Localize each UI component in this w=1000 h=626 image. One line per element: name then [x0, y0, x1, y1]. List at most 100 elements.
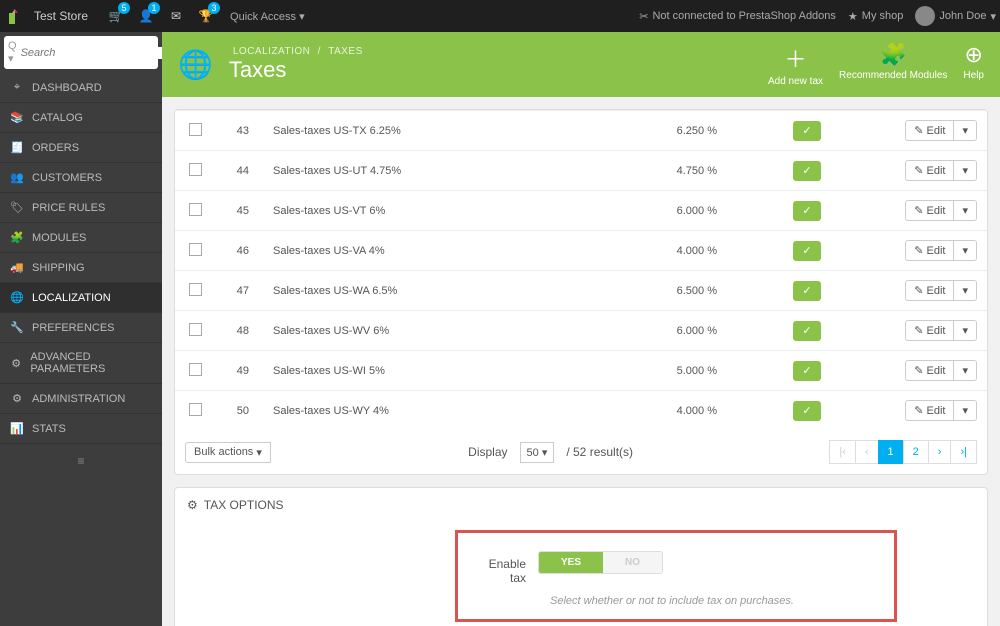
row-rate: 4.750 %: [627, 151, 747, 191]
nav-modules[interactable]: 🧩MODULES: [0, 223, 162, 253]
row-dropdown[interactable]: ▾: [954, 400, 977, 421]
row-dropdown[interactable]: ▾: [954, 120, 977, 141]
edit-button[interactable]: ✎ Edit: [905, 200, 954, 221]
table-row: 48Sales-taxes US-WV 6%6.000 %✓✎ Edit▾: [175, 311, 987, 351]
row-checkbox[interactable]: [189, 283, 202, 296]
enabled-toggle[interactable]: ✓: [793, 401, 821, 421]
edit-button[interactable]: ✎ Edit: [905, 120, 954, 141]
row-id: 48: [215, 311, 265, 351]
tax-table: 43Sales-taxes US-TX 6.25%6.250 %✓✎ Edit▾…: [175, 110, 987, 430]
row-id: 46: [215, 231, 265, 271]
logo[interactable]: [4, 5, 26, 27]
row-name[interactable]: Sales-taxes US-VT 6%: [265, 191, 627, 231]
row-checkbox[interactable]: [189, 363, 202, 376]
nav-preferences[interactable]: 🔧PREFERENCES: [0, 313, 162, 343]
nav-customers[interactable]: 👥CUSTOMERS: [0, 163, 162, 193]
edit-button[interactable]: ✎ Edit: [905, 280, 954, 301]
nav-icon: 🔧: [10, 321, 24, 334]
header-action-recommended-modules[interactable]: 🧩Recommended Modules: [839, 42, 947, 87]
row-rate: 5.000 %: [627, 351, 747, 391]
row-checkbox[interactable]: [189, 323, 202, 336]
page-title: Taxes: [229, 57, 768, 83]
nav-icon: ⚙: [10, 357, 22, 370]
row-checkbox[interactable]: [189, 403, 202, 416]
nav-dashboard[interactable]: ⌖DASHBOARD: [0, 73, 162, 103]
enabled-toggle[interactable]: ✓: [793, 361, 821, 381]
row-name[interactable]: Sales-taxes US-WY 4%: [265, 391, 627, 431]
row-name[interactable]: Sales-taxes US-UT 4.75%: [265, 151, 627, 191]
nav-icon: 🌐: [10, 291, 24, 304]
enable-tax-help: Select whether or not to include tax on …: [550, 595, 874, 607]
page-last[interactable]: ›|: [950, 440, 977, 464]
header-action-add-new-tax[interactable]: ＋Add new tax: [768, 42, 823, 87]
user-menu[interactable]: John Doe ▾: [915, 6, 996, 26]
search-box[interactable]: Q ▾ 🔍: [4, 36, 158, 69]
enabled-toggle[interactable]: ✓: [793, 321, 821, 341]
mail-icon[interactable]: ✉: [162, 2, 190, 30]
bulk-actions-button[interactable]: Bulk actions ▾: [185, 442, 271, 463]
enable-tax-no[interactable]: NO: [603, 552, 662, 573]
search-input[interactable]: [21, 47, 164, 59]
row-dropdown[interactable]: ▾: [954, 280, 977, 301]
my-shop-link[interactable]: ★ My shop: [848, 10, 903, 23]
row-dropdown[interactable]: ▾: [954, 160, 977, 181]
nav-icon: ⚙: [10, 392, 24, 405]
row-checkbox[interactable]: [189, 243, 202, 256]
nav-label: STATS: [32, 423, 66, 435]
row-name[interactable]: Sales-taxes US-TX 6.25%: [265, 111, 627, 151]
row-name[interactable]: Sales-taxes US-WA 6.5%: [265, 271, 627, 311]
quick-access[interactable]: Quick Access ▾: [230, 10, 305, 23]
page-next[interactable]: ›: [928, 440, 952, 464]
edit-button[interactable]: ✎ Edit: [905, 320, 954, 341]
table-row: 50Sales-taxes US-WY 4%4.000 %✓✎ Edit▾: [175, 391, 987, 431]
row-checkbox[interactable]: [189, 163, 202, 176]
nav-shipping[interactable]: 🚚SHIPPING: [0, 253, 162, 283]
enabled-toggle[interactable]: ✓: [793, 161, 821, 181]
display-select[interactable]: 50 ▾: [520, 442, 555, 463]
table-row: 44Sales-taxes US-UT 4.75%4.750 %✓✎ Edit▾: [175, 151, 987, 191]
edit-button[interactable]: ✎ Edit: [905, 160, 954, 181]
nav-catalog[interactable]: 📚CATALOG: [0, 103, 162, 133]
row-dropdown[interactable]: ▾: [954, 200, 977, 221]
row-name[interactable]: Sales-taxes US-VA 4%: [265, 231, 627, 271]
row-dropdown[interactable]: ▾: [954, 240, 977, 261]
addons-link[interactable]: ✂ Not connected to PrestaShop Addons: [639, 10, 836, 23]
enable-tax-switch[interactable]: YES NO: [538, 551, 663, 574]
edit-button[interactable]: ✎ Edit: [905, 360, 954, 381]
edit-button[interactable]: ✎ Edit: [905, 400, 954, 421]
page-prev[interactable]: ‹: [855, 440, 879, 464]
nav-label: ADVANCED PARAMETERS: [30, 351, 152, 375]
nav-price-rules[interactable]: 🏷PRICE RULES: [0, 193, 162, 223]
globe-icon: 🌐: [178, 48, 213, 81]
row-name[interactable]: Sales-taxes US-WV 6%: [265, 311, 627, 351]
enabled-toggle[interactable]: ✓: [793, 201, 821, 221]
row-dropdown[interactable]: ▾: [954, 360, 977, 381]
enabled-toggle[interactable]: ✓: [793, 281, 821, 301]
trophy-icon[interactable]: 🏆3: [192, 2, 220, 30]
header-action-help[interactable]: ⊕Help: [963, 42, 984, 87]
nav-icon: 🧾: [10, 141, 24, 154]
nav-orders[interactable]: 🧾ORDERS: [0, 133, 162, 163]
user-icon[interactable]: 👤1: [132, 2, 160, 30]
nav-localization[interactable]: 🌐LOCALIZATION: [0, 283, 162, 313]
enabled-toggle[interactable]: ✓: [793, 121, 821, 141]
nav-advanced-parameters[interactable]: ⚙ ADVANCED PARAMETERS: [0, 343, 162, 384]
edit-button[interactable]: ✎ Edit: [905, 240, 954, 261]
row-id: 47: [215, 271, 265, 311]
sidebar-collapse[interactable]: ≡: [0, 444, 162, 478]
row-name[interactable]: Sales-taxes US-WI 5%: [265, 351, 627, 391]
page-first[interactable]: |‹: [829, 440, 856, 464]
tax-options-heading: ⚙ TAX OPTIONS: [175, 488, 987, 522]
enabled-toggle[interactable]: ✓: [793, 241, 821, 261]
page-1[interactable]: 1: [878, 440, 904, 464]
action-icon: ＋: [768, 42, 823, 74]
enable-tax-yes[interactable]: YES: [539, 552, 603, 573]
row-checkbox[interactable]: [189, 123, 202, 136]
table-row: 49Sales-taxes US-WI 5%5.000 %✓✎ Edit▾: [175, 351, 987, 391]
cart-icon[interactable]: 🛒5: [102, 2, 130, 30]
nav-stats[interactable]: 📊STATS: [0, 414, 162, 444]
page-2[interactable]: 2: [903, 440, 929, 464]
row-dropdown[interactable]: ▾: [954, 320, 977, 341]
row-checkbox[interactable]: [189, 203, 202, 216]
nav-administration[interactable]: ⚙ADMINISTRATION: [0, 384, 162, 414]
